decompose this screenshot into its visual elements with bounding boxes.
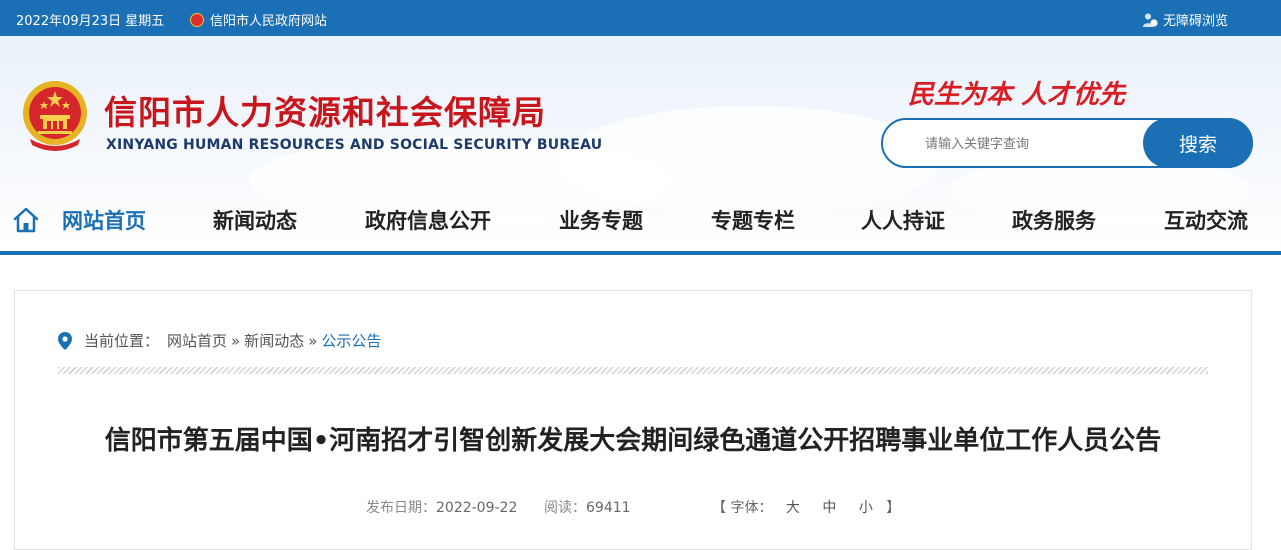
font-size-small[interactable]: 小: [859, 500, 873, 516]
breadcrumb-separator: »: [308, 331, 318, 350]
nav-item-news[interactable]: 新闻动态: [213, 205, 297, 235]
home-icon[interactable]: [12, 206, 40, 234]
gov-site-label: 信阳市人民政府网站: [210, 14, 328, 29]
accessibility-link[interactable]: 无障碍浏览: [1142, 10, 1228, 29]
font-size-medium[interactable]: 中: [822, 500, 836, 516]
nav-item-business-topics[interactable]: 业务专题: [559, 205, 643, 235]
site-title[interactable]: 信阳市人力资源和社会保障局: [104, 86, 546, 134]
site-header: 信阳市人力资源和社会保障局 XINYANG HUMAN RESOURCES AN…: [0, 36, 1281, 250]
user-accessibility-icon: [1142, 13, 1158, 27]
accessibility-label: 无障碍浏览: [1162, 14, 1228, 29]
search-button[interactable]: 搜索: [1143, 118, 1253, 168]
breadcrumb: 当前位置： 网站首页 » 新闻动态 » 公示公告: [58, 330, 381, 351]
current-date: 2022年09月23日 星期五: [16, 14, 165, 29]
nav-item-gov-info[interactable]: 政府信息公开: [365, 205, 491, 235]
breadcrumb-news[interactable]: 新闻动态: [244, 330, 304, 351]
nav-item-certification[interactable]: 人人持证: [861, 205, 945, 235]
location-pin-icon: [58, 331, 72, 350]
article-title: 信阳市第五届中国•河南招才引智创新发展大会期间绿色通道公开招聘事业单位工作人员公…: [104, 426, 1162, 456]
hatched-divider: [58, 367, 1208, 374]
national-emblem-icon[interactable]: [20, 79, 90, 153]
gov-site-link[interactable]: 信阳市人民政府网站: [190, 10, 327, 29]
main-nav: 网站首页 新闻动态 政府信息公开 业务专题 专题专栏 人人持证 政务服务 互动交…: [0, 190, 1281, 250]
font-size-close: 】: [886, 500, 901, 516]
site-slogan: 民生为本 人才优先: [908, 80, 1126, 110]
nav-item-special-column[interactable]: 专题专栏: [711, 205, 795, 235]
search-input[interactable]: [923, 132, 1137, 156]
nav-item-home[interactable]: 网站首页: [62, 205, 146, 235]
read-count-value: 69411: [586, 500, 631, 516]
publish-date: 发布日期：2022-09-22: [366, 497, 517, 517]
nav-item-interaction[interactable]: 互动交流: [1164, 205, 1248, 235]
nav-item-gov-services[interactable]: 政务服务: [1012, 205, 1096, 235]
read-count: 阅读：69411: [544, 497, 631, 517]
breadcrumb-prefix: 当前位置：: [84, 332, 160, 350]
publish-date-value: 2022-09-22: [436, 500, 518, 516]
font-size-switcher: 【 字体： 大 中 小 】: [712, 497, 900, 517]
publish-date-label: 发布日期：: [366, 500, 436, 516]
read-count-label: 阅读：: [544, 500, 586, 516]
search-box: 搜索: [881, 118, 1253, 168]
site-subtitle: XINYANG HUMAN RESOURCES AND SOCIAL SECUR…: [106, 137, 603, 153]
breadcrumb-home[interactable]: 网站首页: [167, 330, 227, 351]
font-size-open: 【 字体：: [712, 500, 773, 516]
breadcrumb-current[interactable]: 公示公告: [321, 330, 381, 351]
font-size-large[interactable]: 大: [786, 500, 800, 516]
top-bar: 2022年09月23日 星期五 信阳市人民政府网站 无障碍浏览: [0, 0, 1281, 36]
breadcrumb-separator: »: [231, 331, 241, 350]
nav-divider: [0, 251, 1281, 255]
gov-emblem-icon: [190, 12, 204, 27]
